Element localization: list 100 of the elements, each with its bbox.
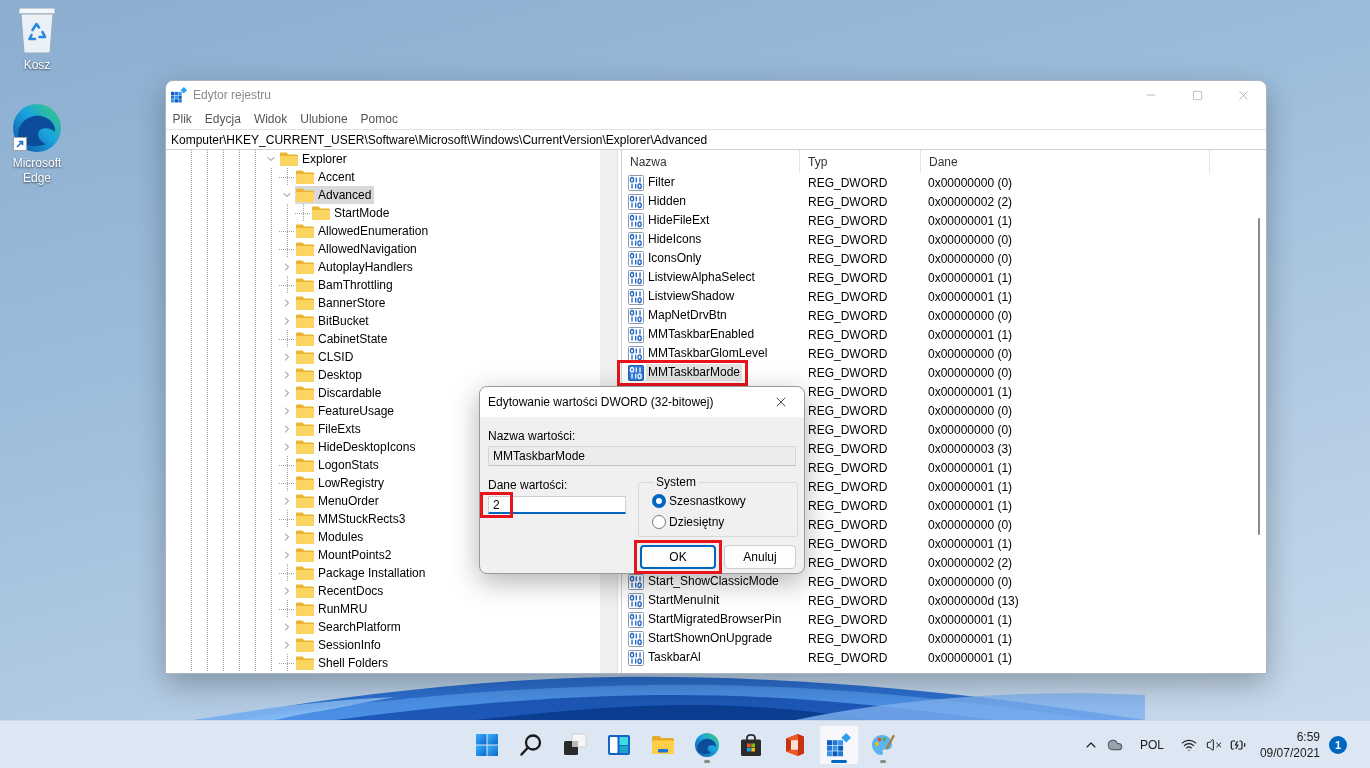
tree-item[interactable]: Shell Folders xyxy=(295,654,392,672)
folder-icon xyxy=(296,656,314,670)
value-name[interactable]: Hidden xyxy=(646,193,689,210)
folder-icon xyxy=(296,638,314,652)
tree-item[interactable]: Accent xyxy=(295,168,358,186)
taskbar-button[interactable] xyxy=(819,724,859,765)
radio-icon[interactable] xyxy=(652,494,666,508)
column-header[interactable]: Nazwa xyxy=(622,150,800,173)
menu-item[interactable]: Plik xyxy=(166,109,199,129)
value-name[interactable]: HideFileExt xyxy=(646,212,712,229)
panels-icon xyxy=(607,732,631,757)
menu-item[interactable]: Ulubione xyxy=(293,109,355,129)
tree-item[interactable]: AllowedEnumeration xyxy=(295,222,432,240)
value-data-field[interactable]: 2 xyxy=(488,496,626,514)
tree-item[interactable]: MMStuckRects3 xyxy=(295,510,409,528)
scrollbar-thumb[interactable] xyxy=(1257,218,1260,535)
value-data: 0x00000000 (0) xyxy=(927,517,1013,532)
tree-item[interactable]: StartMode xyxy=(311,204,393,222)
speaker-muted-icon[interactable] xyxy=(1205,736,1222,753)
folder-icon xyxy=(296,224,314,238)
value-data: 0x00000002 (2) xyxy=(927,555,1013,570)
folder-icon xyxy=(296,368,314,382)
tree-item[interactable]: MountPoints2 xyxy=(295,546,395,564)
value-name[interactable]: Filter xyxy=(646,174,677,191)
value-name[interactable]: TaskbarAl xyxy=(646,649,703,666)
tree-item[interactable]: Explorer xyxy=(279,150,350,168)
address-field[interactable]: Komputer\HKEY_CURRENT_USER\Software\Microsoft\Windows\CurrentVersion\Explorer\Advanced xyxy=(166,129,1266,150)
folder-icon xyxy=(296,494,314,508)
value-type: REG_DWORD xyxy=(807,650,889,665)
tree-item[interactable]: Desktop xyxy=(295,366,366,384)
tree-item[interactable]: SessionInfo xyxy=(295,636,384,654)
menu-item[interactable]: Widok xyxy=(247,109,294,129)
column-header[interactable]: Typ xyxy=(800,150,921,173)
value-name[interactable]: ListviewShadow xyxy=(646,288,737,305)
dialog-button[interactable]: Anuluj xyxy=(724,545,796,569)
notification-badge[interactable]: 1 xyxy=(1329,735,1347,754)
tree-item[interactable]: BamThrottling xyxy=(295,276,396,294)
tree-item[interactable]: Modules xyxy=(295,528,367,546)
value-type: REG_DWORD xyxy=(807,327,889,342)
tree-item[interactable]: FileExts xyxy=(295,420,364,438)
value-data: 0x00000001 (1) xyxy=(927,650,1013,665)
clock-date[interactable]: 09/07/2021 xyxy=(1259,744,1320,761)
tree-item[interactable]: RunMRU xyxy=(295,600,371,618)
radio-icon[interactable] xyxy=(652,515,666,529)
clock-time[interactable]: 6:59 xyxy=(1296,728,1320,745)
value-data: 0x00000001 (1) xyxy=(927,289,1013,304)
tree-item[interactable]: BitBucket xyxy=(295,312,372,330)
value-name[interactable]: StartMenuInit xyxy=(646,592,722,609)
tree-item[interactable]: LogonStats xyxy=(295,456,382,474)
value-name[interactable]: ListviewAlphaSelect xyxy=(646,269,757,286)
value-name[interactable]: StartMigratedBrowserPin xyxy=(646,611,784,628)
language-indicator[interactable]: POL xyxy=(1139,737,1164,752)
value-type: REG_DWORD xyxy=(807,232,889,247)
column-header[interactable]: Dane xyxy=(921,150,1210,173)
tree-item[interactable]: MenuOrder xyxy=(295,492,382,510)
folder-icon xyxy=(296,548,314,562)
value-data: 0x00000000 (0) xyxy=(927,251,1013,266)
tree-item[interactable]: BannerStore xyxy=(295,294,389,312)
radio-option[interactable]: Dziesiętny xyxy=(652,514,797,530)
value-name-field[interactable]: MMTaskbarMode xyxy=(488,446,796,466)
logo-tile-icon xyxy=(783,732,807,757)
value-type: REG_DWORD xyxy=(807,612,889,627)
tree-item[interactable]: AutoplayHandlers xyxy=(295,258,416,276)
folder-icon xyxy=(296,296,314,310)
tree-item[interactable]: FeatureUsage xyxy=(295,402,398,420)
dialog-button[interactable]: OK xyxy=(640,545,716,569)
folder-icon xyxy=(296,242,314,256)
palette-icon xyxy=(871,732,895,757)
value-name[interactable]: MMTaskbarMode xyxy=(646,364,743,381)
value-name[interactable]: MMTaskbarEnabled xyxy=(646,326,757,343)
menu-item[interactable]: Pomoc xyxy=(354,109,405,129)
value-name[interactable]: Start_ShowClassicMode xyxy=(646,573,781,590)
menu-item[interactable]: Edycja xyxy=(198,109,248,129)
tree-item[interactable]: AllowedNavigation xyxy=(295,240,420,258)
tree-item[interactable]: HideDesktopIcons xyxy=(295,438,419,456)
value-data: 0x00000000 (0) xyxy=(927,422,1013,437)
value-type: REG_DWORD xyxy=(807,460,889,475)
value-name[interactable]: HideIcons xyxy=(646,231,704,248)
value-data: 0x00000001 (1) xyxy=(927,536,1013,551)
value-data: 0x00000001 (1) xyxy=(927,213,1013,228)
tree-item[interactable]: LowRegistry xyxy=(295,474,388,492)
dialog-title: Edytowanie wartości DWORD (32-bitowej) xyxy=(488,395,714,409)
tree-item[interactable]: SearchPlatform xyxy=(295,618,404,636)
value-type: REG_DWORD xyxy=(807,479,889,494)
value-name[interactable]: MapNetDrvBtn xyxy=(646,307,729,324)
value-name[interactable]: MMTaskbarGlomLevel xyxy=(646,345,770,362)
tree-item[interactable]: Advanced xyxy=(295,186,375,204)
group-label: System xyxy=(655,475,697,489)
folder-icon xyxy=(296,566,314,580)
tree-item[interactable]: CLSID xyxy=(295,348,357,366)
radio-option[interactable]: Szesnastkowy xyxy=(652,493,797,509)
tree-item[interactable]: CabinetState xyxy=(295,330,391,348)
value-name[interactable]: StartShownOnUpgrade xyxy=(646,630,775,647)
tree-item[interactable]: Discardable xyxy=(295,384,385,402)
start-icon xyxy=(475,732,499,757)
tree-item[interactable]: RecentDocs xyxy=(295,582,387,600)
tree-item[interactable]: Package Installation xyxy=(295,564,429,582)
value-type: REG_DWORD xyxy=(807,308,889,323)
shopping-bag-icon xyxy=(739,732,763,757)
value-name[interactable]: IconsOnly xyxy=(646,250,704,267)
